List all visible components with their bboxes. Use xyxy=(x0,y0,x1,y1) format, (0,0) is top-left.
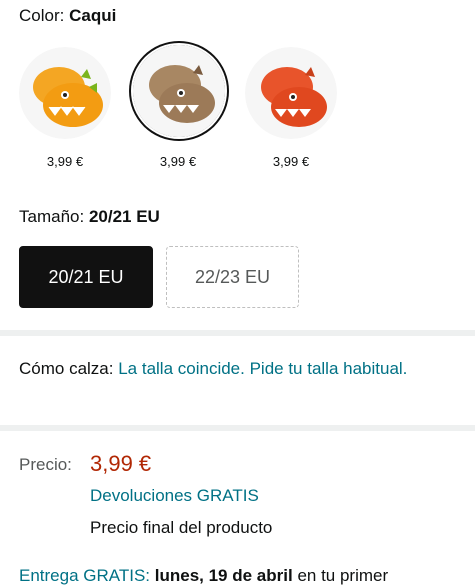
color-selector-label: Color: Caqui xyxy=(19,6,116,26)
swatch-price: 3,99 € xyxy=(272,154,310,169)
delivery-date: lunes, 19 de abril xyxy=(154,566,293,585)
size-label: Tamaño: xyxy=(19,207,85,226)
free-returns-link[interactable]: Devoluciones GRATIS xyxy=(90,486,259,506)
selected-size-name: 20/21 EU xyxy=(88,207,160,226)
free-delivery-link[interactable]: Entrega GRATIS: xyxy=(19,566,150,585)
section-divider xyxy=(0,330,475,336)
color-swatch-yellow[interactable] xyxy=(19,47,111,139)
selected-color-name: Caqui xyxy=(69,6,117,25)
delivery-info: Entrega GRATIS: lunes, 19 de abril en tu… xyxy=(19,566,388,585)
swatch-price: 3,99 € xyxy=(159,154,197,169)
final-price-note: Precio final del producto xyxy=(90,518,273,537)
delivery-rest: en tu primer xyxy=(297,566,389,585)
fit-label: Cómo calza: xyxy=(19,359,114,378)
color-label: Color: xyxy=(19,6,65,25)
yellow-dino-slipper-image xyxy=(19,47,111,139)
price-label: Precio: xyxy=(19,455,72,474)
khaki-dino-slipper-image xyxy=(133,45,225,137)
color-swatch-khaki[interactable] xyxy=(133,45,225,137)
size-fit-info: Cómo calza: La talla coincide. Pide tu t… xyxy=(19,356,449,382)
color-swatch-orange[interactable] xyxy=(245,47,337,139)
size-option-22-23[interactable]: 22/23 EU xyxy=(166,246,299,308)
size-selector-label: Tamaño: 20/21 EU xyxy=(19,207,160,227)
section-divider xyxy=(0,425,475,431)
price-value: 3,99 € xyxy=(90,451,152,476)
swatch-price: 3,99 € xyxy=(46,154,84,169)
fit-link[interactable]: La talla coincide. Pide tu talla habitua… xyxy=(118,359,407,378)
size-option-20-21[interactable]: 20/21 EU xyxy=(19,246,153,308)
orange-dino-slipper-image xyxy=(245,47,337,139)
